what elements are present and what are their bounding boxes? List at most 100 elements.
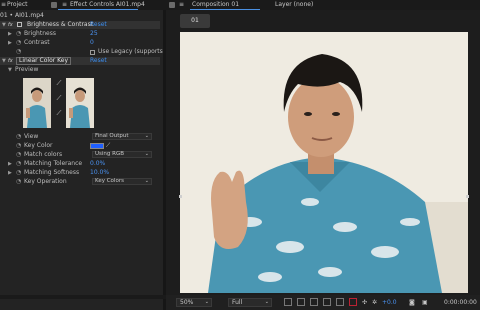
param-label: Match colors — [24, 151, 63, 158]
menu-icon[interactable]: ≡ — [62, 1, 67, 9]
composition-nav-button[interactable]: 01 — [180, 14, 210, 28]
effect-name[interactable]: Linear Color Key — [16, 57, 72, 65]
active-tab-indicator — [58, 9, 138, 10]
chevron-down-icon: ⌄ — [144, 151, 149, 157]
show-snapshot-icon[interactable]: ▣ — [422, 298, 428, 307]
stopwatch-icon[interactable]: ◔ — [16, 178, 21, 186]
effect-bypass-icon[interactable] — [17, 22, 22, 27]
param-label: Matching Softness — [24, 169, 80, 176]
hamburger-icon[interactable]: ≡ — [1, 1, 6, 9]
key-operation-dropdown[interactable]: Key Colors ⌄ — [92, 178, 152, 185]
use-legacy-checkbox[interactable] — [90, 50, 95, 55]
source-preview-thumbnail — [23, 78, 51, 128]
timecode[interactable]: 0:00:00:00 — [444, 298, 477, 307]
resolution-value: Full — [232, 299, 243, 306]
view-dropdown[interactable]: Final Output ⌄ — [92, 133, 152, 140]
param-brightness: ▶ ◔ Brightness 25 — [0, 30, 160, 38]
param-matching-softness: ▶ ◔ Matching Softness 10.0% — [0, 169, 160, 177]
panel-lock-icon[interactable] — [51, 2, 57, 8]
eyedropper-icon[interactable]: ⟋ — [106, 142, 110, 150]
exposure-value[interactable]: +0.0 — [382, 298, 397, 307]
param-label: Contrast — [24, 39, 50, 46]
expand-triangle-icon[interactable]: ▶ — [8, 30, 12, 38]
zoom-dropdown[interactable]: 50% ⌄ — [176, 298, 212, 307]
collapse-triangle-icon[interactable]: ▼ — [2, 21, 6, 29]
checkbox-label: Use Legacy (supports — [98, 48, 163, 55]
dropdown-value: Final Output — [95, 133, 129, 139]
tab-layer[interactable]: Layer (none) — [275, 1, 313, 9]
stopwatch-icon[interactable]: ◔ — [16, 169, 21, 177]
composition-viewer[interactable] — [180, 32, 468, 293]
effect-controls-panel: ≡ Project ≡ Effect Controls AI01.mp4 01 … — [0, 0, 166, 310]
tab-project[interactable]: Project — [7, 1, 28, 9]
param-label: Key Color — [24, 142, 53, 149]
param-key-operation: ◔ Key Operation Key Colors ⌄ — [0, 178, 160, 186]
stopwatch-icon[interactable]: ◔ — [16, 133, 21, 141]
stopwatch-icon[interactable]: ◔ — [16, 39, 21, 47]
transform-handle[interactable] — [179, 195, 182, 198]
3d-view-icon[interactable] — [336, 298, 344, 306]
matching-tolerance-value[interactable]: 0.0% — [90, 160, 105, 168]
matching-softness-value[interactable]: 10.0% — [90, 169, 109, 177]
mask-visibility-icon[interactable] — [310, 298, 318, 306]
fx-icon[interactable]: fx — [8, 21, 13, 29]
transform-handle[interactable] — [466, 195, 469, 198]
brightness-value[interactable]: 25 — [90, 30, 98, 38]
expand-triangle-icon[interactable]: ▶ — [8, 169, 12, 177]
resolution-dropdown[interactable]: Full ⌄ — [228, 298, 272, 307]
fx-icon[interactable]: fx — [8, 57, 13, 65]
match-colors-dropdown[interactable]: Using RGB ⌄ — [92, 151, 152, 158]
transparency-grid-icon[interactable] — [297, 298, 305, 306]
param-key-color: ◔ Key Color ⟋ — [0, 142, 160, 150]
stopwatch-icon[interactable]: ◔ — [16, 30, 21, 38]
expand-triangle-icon[interactable]: ▶ — [8, 160, 12, 168]
collapse-triangle-icon[interactable]: ▼ — [2, 57, 6, 65]
preview-label: Preview — [15, 66, 39, 73]
exposure-icon[interactable]: ✲ — [372, 298, 377, 307]
channel-icon[interactable] — [349, 298, 357, 306]
key-color-swatch[interactable] — [90, 143, 104, 149]
zoom-value: 50% — [180, 299, 194, 306]
param-matching-tolerance: ▶ ◔ Matching Tolerance 0.0% — [0, 160, 160, 168]
eyedropper-minus-icon[interactable]: ⟋ — [54, 108, 64, 118]
viewer-bottom-bar: 50% ⌄ Full ⌄ ✣ ✲ +0.0 ◙ ▣ 0:00:00:00 — [166, 295, 480, 310]
eyedropper-icon[interactable]: ⟋ — [54, 78, 64, 88]
snapshot-icon[interactable]: ◙ — [409, 298, 415, 307]
chevron-down-icon: ⌄ — [264, 299, 269, 305]
region-of-interest-icon[interactable] — [284, 298, 292, 306]
chevron-down-icon: ⌄ — [144, 133, 149, 139]
collapse-triangle-icon[interactable]: ▼ — [8, 66, 12, 74]
param-match-colors: ◔ Match colors Using RGB ⌄ — [0, 151, 160, 159]
stopwatch-icon[interactable]: ◔ — [16, 48, 21, 56]
param-use-legacy: ◔ Use Legacy (supports — [0, 48, 163, 56]
stopwatch-icon[interactable]: ◔ — [16, 142, 21, 150]
tab-composition[interactable]: Composition 01 — [192, 1, 239, 9]
chevron-down-icon: ⌄ — [204, 299, 209, 305]
right-tab-bar: ≡ Composition 01 Layer (none) — [166, 0, 480, 10]
preview-row: ▼ Preview — [0, 66, 160, 74]
active-tab-indicator — [190, 9, 260, 10]
expand-triangle-icon[interactable]: ▶ — [8, 39, 12, 47]
left-tab-bar: ≡ Project ≡ Effect Controls AI01.mp4 — [0, 0, 166, 10]
param-label: Brightness — [24, 30, 56, 37]
param-label: Key Operation — [24, 178, 67, 185]
reset-button[interactable]: Reset — [90, 21, 107, 29]
guides-icon[interactable] — [323, 298, 331, 306]
param-view: ◔ View Final Output ⌄ — [0, 133, 160, 141]
composition-panel: ≡ Composition 01 Layer (none) 01 50% ⌄ F… — [166, 0, 480, 310]
menu-icon[interactable]: ≡ — [179, 1, 184, 9]
eyedropper-plus-icon[interactable]: ⟋ — [54, 93, 64, 103]
effect-brightness-contrast-header[interactable]: ▼ fx Brightness & Contrast Reset — [0, 21, 160, 29]
output-preview-thumbnail — [66, 78, 94, 128]
color-management-icon[interactable]: ✣ — [362, 298, 367, 307]
param-label: View — [24, 133, 39, 140]
param-label: Matching Tolerance — [24, 160, 83, 167]
stopwatch-icon[interactable]: ◔ — [16, 151, 21, 159]
effect-linear-color-key-header[interactable]: ▼ fx Linear Color Key Reset — [0, 57, 160, 65]
tab-effect-controls[interactable]: Effect Controls AI01.mp4 — [70, 1, 145, 9]
contrast-value[interactable]: 0 — [90, 39, 94, 47]
stopwatch-icon[interactable]: ◔ — [16, 160, 21, 168]
horizontal-scrollbar[interactable] — [0, 295, 166, 299]
panel-lock-icon[interactable] — [169, 2, 175, 8]
reset-button[interactable]: Reset — [90, 57, 107, 65]
